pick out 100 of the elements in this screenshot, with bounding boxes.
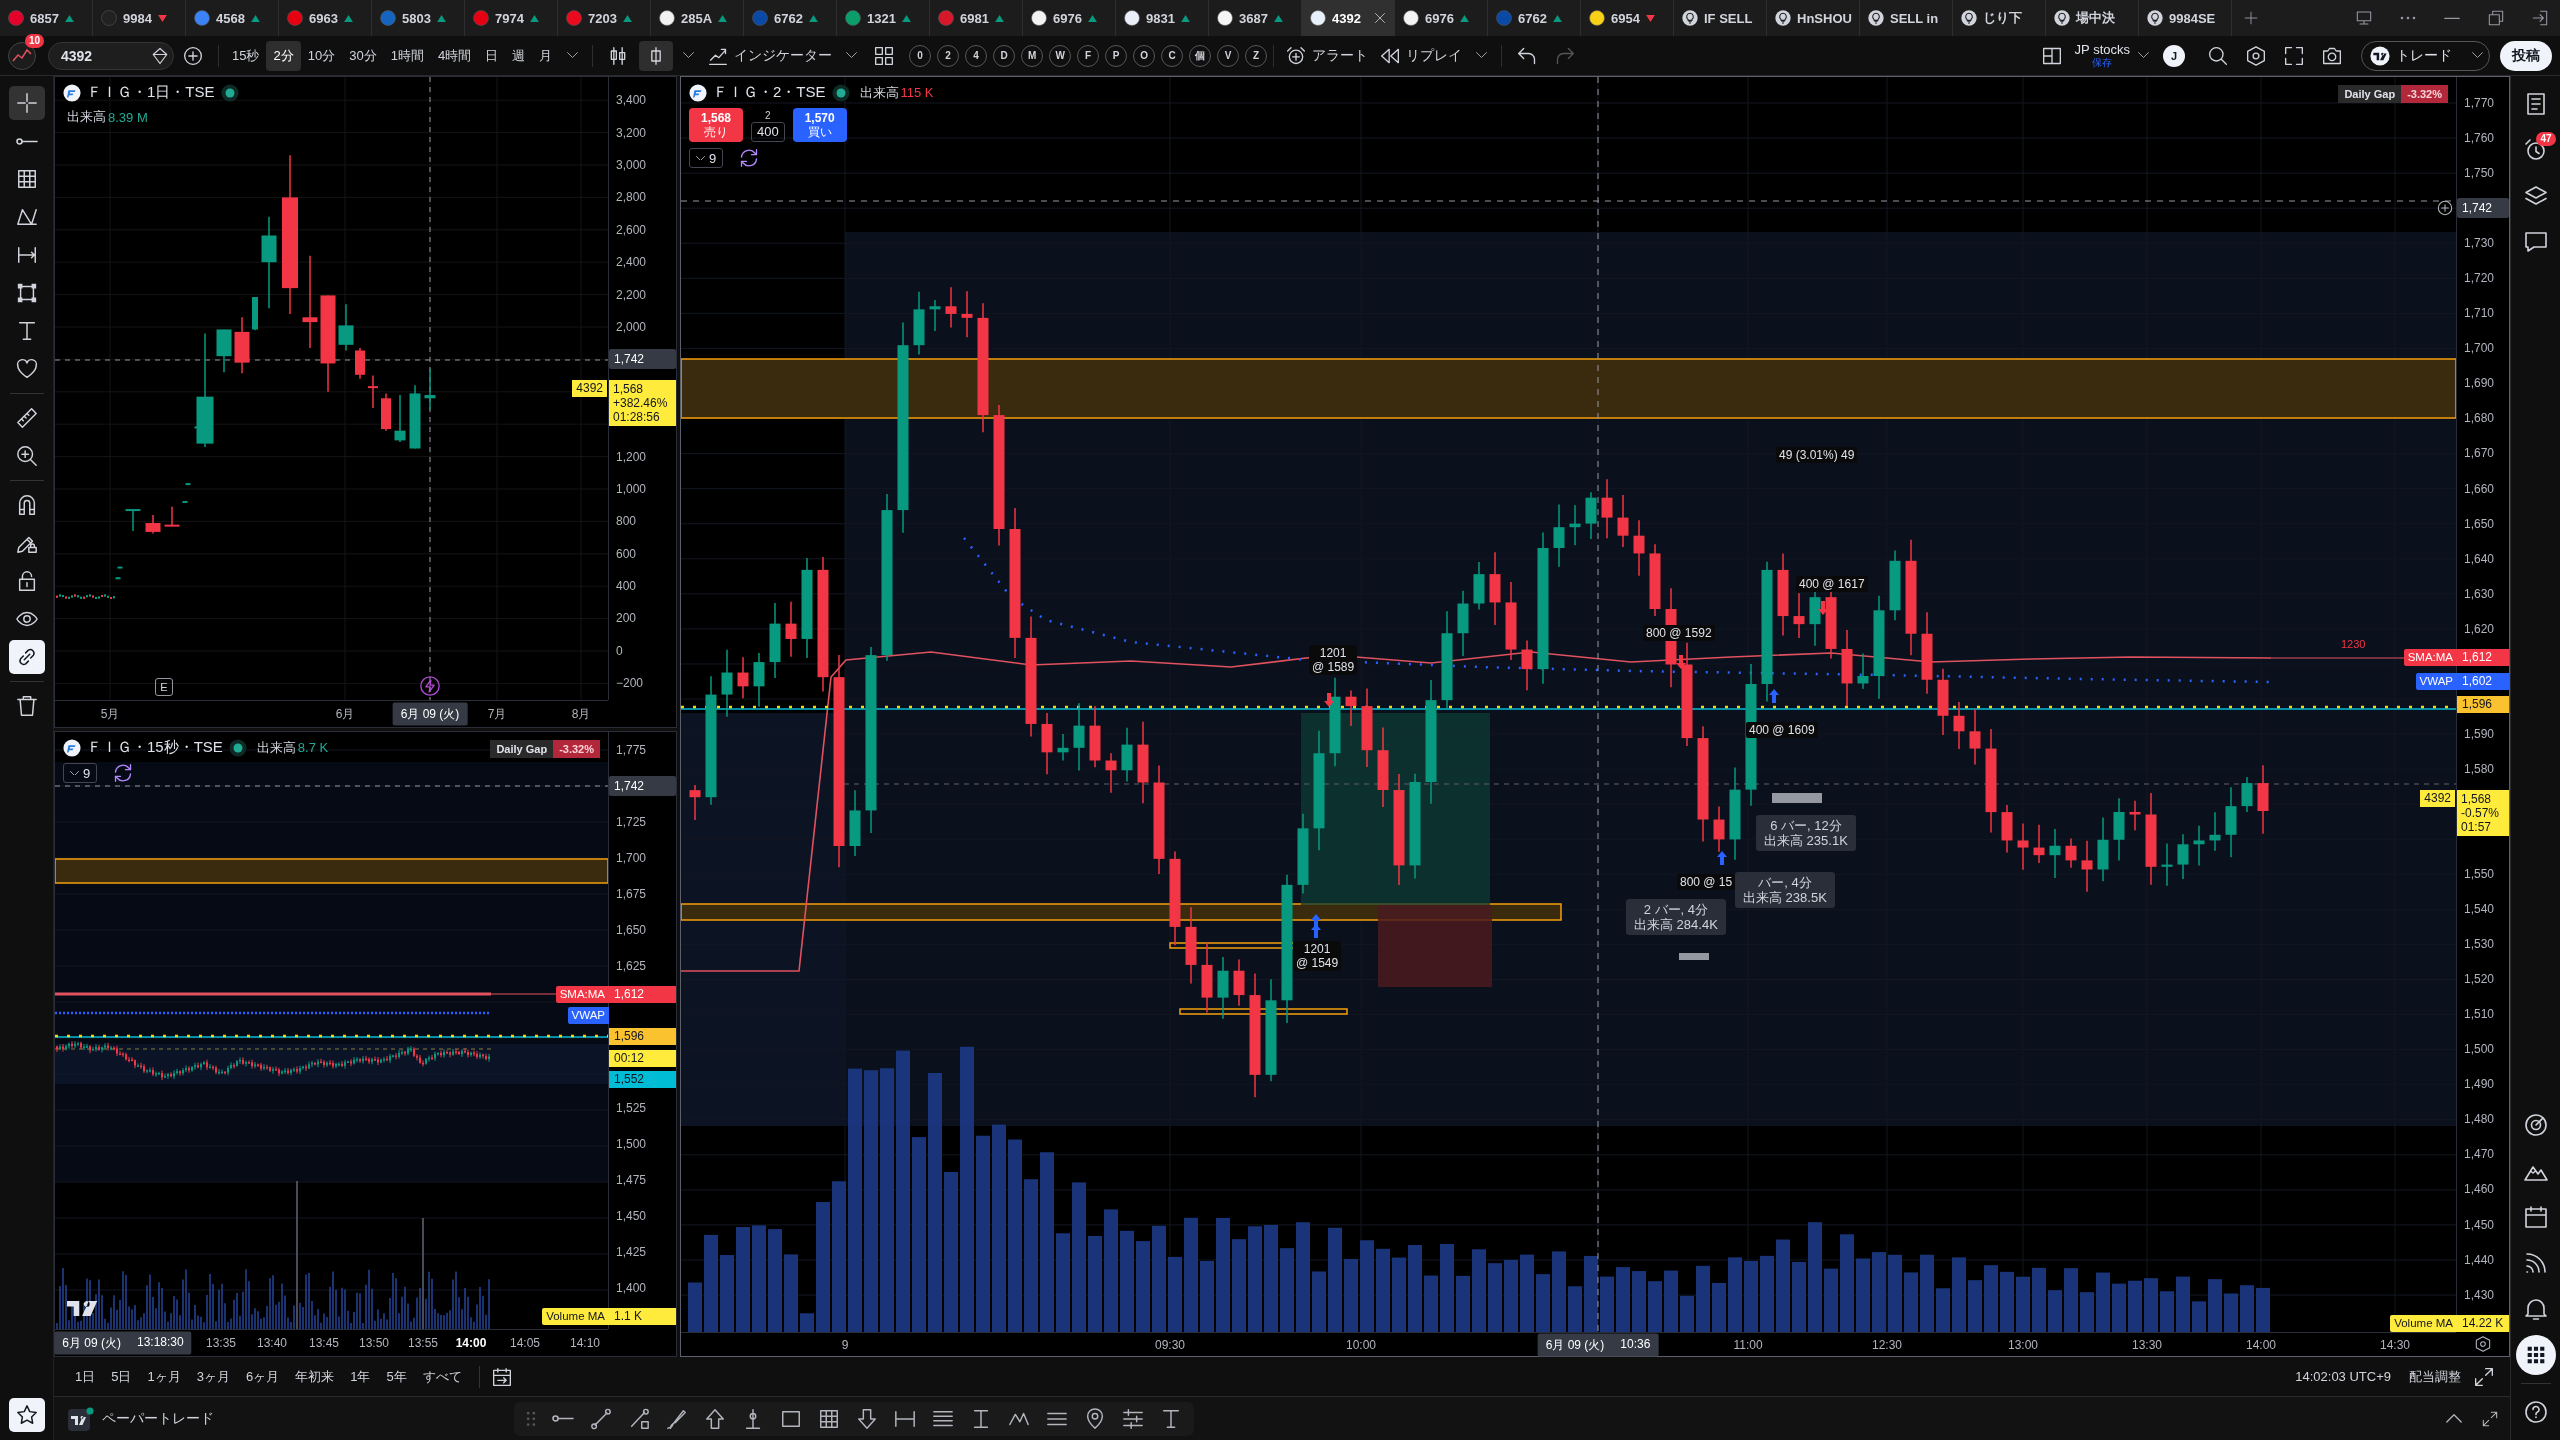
replay-button[interactable]: リプレイ	[1374, 40, 1469, 71]
interval-button[interactable]: 10分	[300, 40, 343, 71]
arrow-down-icon[interactable]	[856, 1407, 878, 1430]
drawing-tool-button[interactable]	[8, 86, 45, 120]
calendar-arrow-icon[interactable]	[491, 1366, 512, 1387]
price-label: 1,500	[2464, 1042, 2495, 1057]
price-label: 1,500	[616, 1136, 647, 1151]
price-label: 1,770	[2464, 96, 2495, 110]
sidebar-button[interactable]: 47	[2515, 130, 2556, 170]
settings-icon[interactable]	[2246, 45, 2266, 66]
plus-icon[interactable]	[2244, 11, 2258, 25]
search-icon[interactable]	[2208, 45, 2228, 66]
time-label: 12:30	[1872, 1337, 1902, 1352]
interval-button[interactable]: 15秒	[225, 40, 267, 71]
layout-menu-button[interactable]: JP stocks 保存	[2074, 42, 2130, 69]
light-bulb-icon	[1961, 10, 1977, 26]
caret-down-icon[interactable]	[2138, 52, 2149, 59]
price-label: 1,660	[2464, 481, 2495, 496]
interval-button[interactable]: 1時間	[383, 40, 431, 71]
caret-down-icon[interactable]	[683, 52, 695, 59]
caret-down-icon[interactable]	[2472, 52, 2483, 59]
range-button[interactable]: 1年	[345, 1363, 376, 1390]
close-icon[interactable]	[1374, 12, 1386, 24]
range-button[interactable]: すべて	[417, 1363, 467, 1390]
interval-button[interactable]: 4時間	[430, 40, 479, 71]
time-label: 09:30	[1155, 1337, 1185, 1352]
settings-icon[interactable]	[2474, 1336, 2491, 1352]
time-label: 9	[841, 1337, 849, 1352]
sliders-icon[interactable]	[1122, 1407, 1144, 1430]
layout-icon[interactable]	[2041, 45, 2062, 66]
symbol-search-field[interactable]: 4392	[48, 41, 174, 70]
more-icon[interactable]	[2400, 16, 2416, 20]
paper-trading-tab[interactable]: ペーパートレード	[68, 1406, 214, 1431]
drag-handle-icon[interactable]	[526, 1410, 536, 1427]
range-button[interactable]: 5日	[106, 1363, 137, 1390]
range-button[interactable]: 3ヶ月	[191, 1363, 235, 1390]
price-label: 600	[616, 546, 637, 561]
chart-tab[interactable]: 4392	[1302, 0, 1395, 36]
range-button[interactable]: 1日	[70, 1363, 101, 1390]
price-label: 1,650	[616, 923, 647, 937]
monitor-icon[interactable]	[2356, 10, 2372, 26]
expand-icon[interactable]	[2474, 1366, 2494, 1387]
price-label: −200	[616, 676, 644, 691]
interval-button[interactable]: 月	[532, 40, 560, 71]
dividend-adjust-button[interactable]: 配当調整	[2404, 1363, 2466, 1390]
indicators-button[interactable]: インジケーター	[702, 40, 839, 71]
caret-down-icon[interactable]	[567, 52, 579, 59]
undo-icon[interactable]	[1517, 45, 1538, 66]
zoom-in-icon	[15, 445, 38, 467]
range-button[interactable]: 1ヶ月	[142, 1363, 186, 1390]
caret-down-icon[interactable]	[1476, 52, 1488, 59]
layers-icon	[2523, 184, 2548, 208]
add-icon[interactable]	[183, 45, 203, 66]
redo-icon[interactable]	[1555, 45, 1576, 66]
time-label: 11:00	[1733, 1337, 1763, 1352]
camera-icon[interactable]	[2322, 45, 2342, 66]
diamond-icon[interactable]	[151, 46, 169, 65]
range-button[interactable]: 5年	[381, 1363, 412, 1390]
price-label: 1,625	[616, 959, 647, 973]
fullscreen-icon[interactable]	[2284, 45, 2304, 66]
time-label: 13:00	[2008, 1337, 2038, 1352]
price-tag: 1,596	[2457, 696, 2509, 714]
price-label: 3,200	[616, 125, 647, 140]
trend-line-icon[interactable]	[628, 1407, 650, 1430]
price-label: 2,600	[616, 222, 647, 237]
arrow-up-icon[interactable]	[704, 1407, 726, 1430]
drawing-tool-button[interactable]	[8, 1398, 45, 1432]
interval-button[interactable]: 日	[478, 40, 506, 71]
time-label: 8月	[571, 705, 591, 723]
alert-button[interactable]: アラート	[1280, 40, 1375, 71]
range-button[interactable]: 年初来	[290, 1363, 340, 1390]
caret-down-icon[interactable]	[846, 52, 858, 59]
alarm-clock-icon	[1286, 45, 1307, 66]
crosshair-time-label: 6月 09 (火) 13:18:30	[54, 1331, 192, 1355]
chart-style-button[interactable]	[639, 40, 674, 71]
drawing-tool-button[interactable]	[8, 640, 45, 674]
range-button[interactable]: 6ヶ月	[240, 1363, 285, 1390]
price-label: 1,670	[2464, 446, 2495, 461]
calendar-icon	[2523, 1205, 2548, 1229]
trend-line-icon[interactable]	[590, 1407, 612, 1430]
interval-button[interactable]: 2分	[266, 40, 301, 71]
caret-up-icon[interactable]	[2446, 1414, 2462, 1423]
publish-button[interactable]: 投稿	[2500, 40, 2552, 71]
star-icon	[15, 1404, 38, 1426]
minimize-icon[interactable]	[2444, 16, 2460, 20]
user-button[interactable]: J	[2163, 44, 2185, 67]
horizontal-line-icon[interactable]	[552, 1415, 574, 1422]
interval-button[interactable]: 30分	[342, 40, 384, 71]
text-tool-icon[interactable]	[1160, 1407, 1182, 1430]
timezone-button[interactable]: 14:02:03 UTC+9	[2290, 1365, 2396, 1388]
sidebar-button[interactable]	[2515, 1335, 2556, 1375]
exit-icon[interactable]	[2532, 10, 2548, 26]
pen-icon[interactable]	[666, 1407, 688, 1430]
layout-grid-icon[interactable]	[874, 45, 895, 66]
restore-icon[interactable]	[2488, 10, 2504, 26]
expand-icon[interactable]	[2482, 1410, 2498, 1427]
grid-icon[interactable]	[818, 1407, 840, 1430]
light-bulb-icon	[1682, 10, 1698, 26]
pin-icon[interactable]	[1084, 1407, 1106, 1430]
interval-button[interactable]: 週	[505, 40, 533, 71]
